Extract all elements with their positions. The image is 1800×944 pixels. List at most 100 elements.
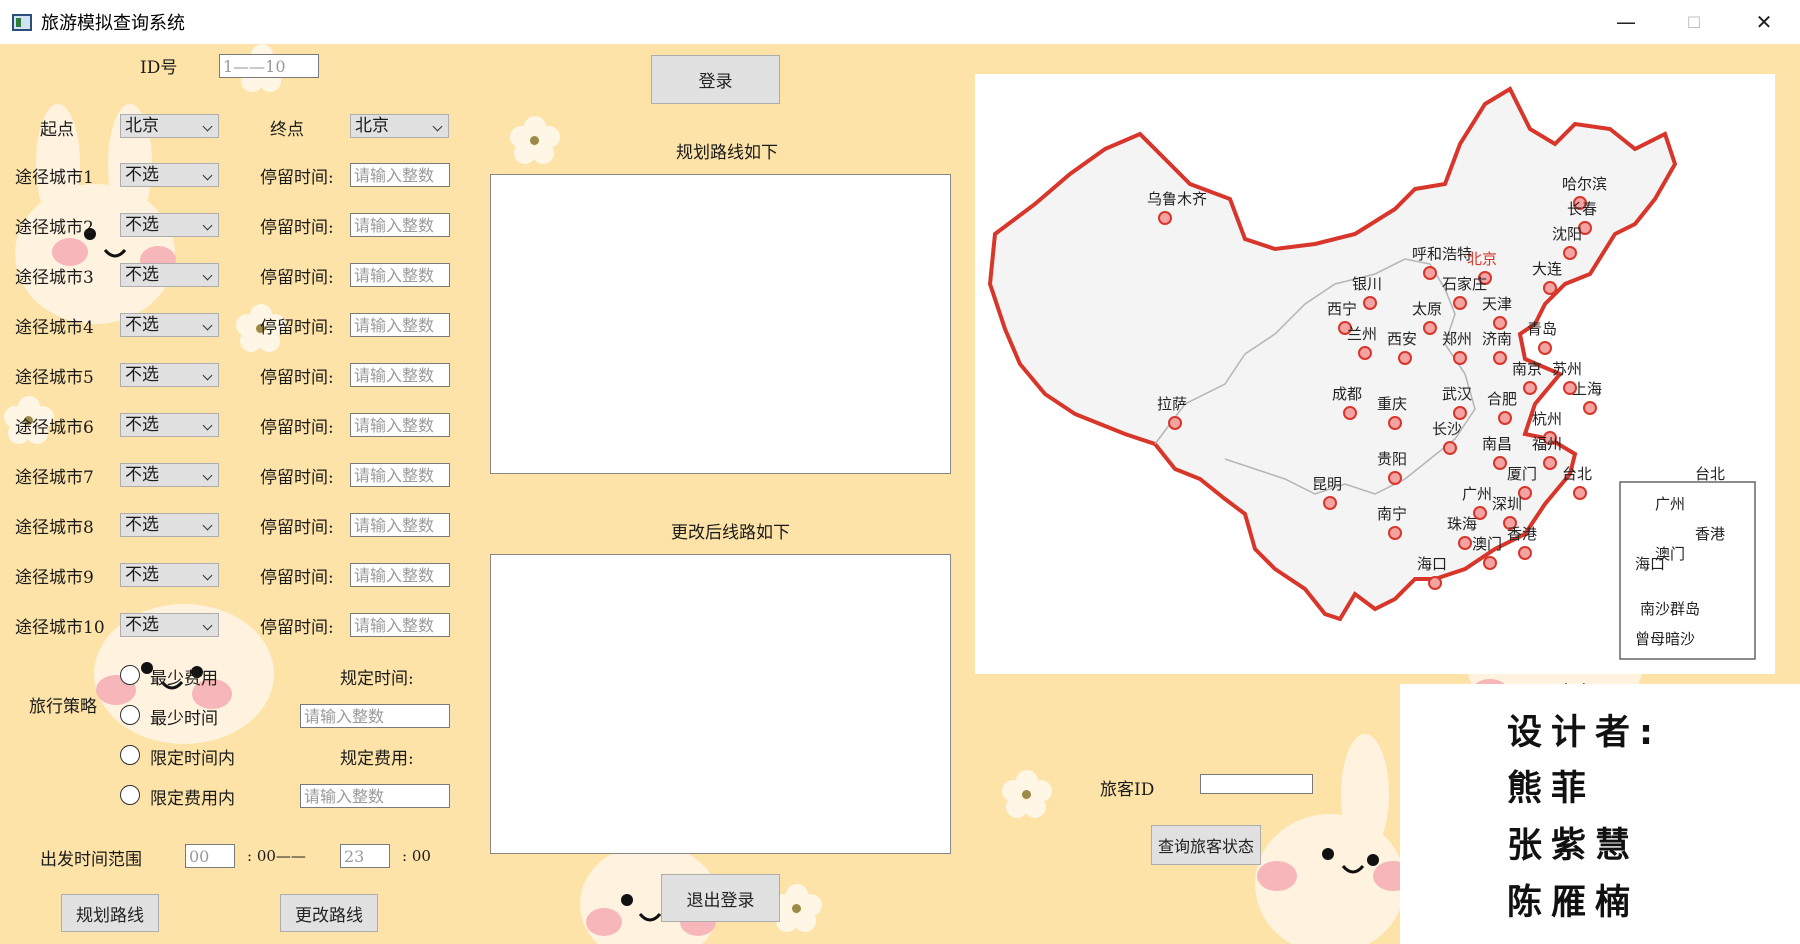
cost-limit-input[interactable] xyxy=(300,784,450,808)
china-map: 哈尔滨 长春 沈阳 乌鲁木齐 呼和浩特 北京 大连 银川 石家庄 天津 西宁 太原 兰州 西安 郑州 济南 青岛… xyxy=(975,74,1775,674)
stay-time-label: 停留时间: xyxy=(260,518,334,538)
city-marker xyxy=(1523,381,1537,395)
via-city-value: 不选 xyxy=(125,365,159,385)
stay-time-input[interactable] xyxy=(350,413,450,437)
city-marker xyxy=(1168,416,1182,430)
via-city-select[interactable]: 不选 xyxy=(120,613,219,637)
stay-time-label: 停留时间: xyxy=(260,368,334,388)
planned-route-output[interactable] xyxy=(490,174,951,474)
stay-time-input[interactable] xyxy=(350,163,450,187)
city-label: 石家庄 xyxy=(1442,275,1487,293)
inset-city-label: 南沙群岛 xyxy=(1640,600,1700,618)
via-city-select[interactable]: 不选 xyxy=(120,363,219,387)
changed-route-output[interactable] xyxy=(490,554,951,854)
city-marker xyxy=(1543,281,1557,295)
via-city-select[interactable]: 不选 xyxy=(120,313,219,337)
departure-from-suffix: : 00—— xyxy=(247,847,306,865)
radio-button[interactable] xyxy=(120,745,140,765)
stay-time-label: 停留时间: xyxy=(260,568,334,588)
via-city-select[interactable]: 不选 xyxy=(120,213,219,237)
stay-time-input[interactable] xyxy=(350,313,450,337)
city-marker xyxy=(1363,296,1377,310)
city-marker xyxy=(1423,321,1437,335)
departure-to-input[interactable] xyxy=(340,844,390,868)
via-city-label: 途径城市8 xyxy=(15,518,94,538)
via-city-label: 途径城市5 xyxy=(15,368,94,388)
city-marker xyxy=(1428,576,1442,590)
via-city-select[interactable]: 不选 xyxy=(120,563,219,587)
via-city-value: 不选 xyxy=(125,215,159,235)
designers-title: 设计者: xyxy=(1507,713,1662,753)
via-city-label: 途径城市6 xyxy=(15,418,94,438)
city-label: 澳门 xyxy=(1472,535,1502,553)
stay-time-input[interactable] xyxy=(350,513,450,537)
stay-time-input[interactable] xyxy=(350,563,450,587)
stay-time-label: 停留时间: xyxy=(260,218,334,238)
inset-city-label: 广州 xyxy=(1655,495,1685,513)
minimize-button[interactable]: — xyxy=(1590,0,1662,44)
passenger-id-label: 旅客ID xyxy=(1100,780,1155,800)
plan-route-button[interactable]: 规划路线 xyxy=(61,894,159,932)
city-marker xyxy=(1583,401,1597,415)
maximize-button[interactable]: ☐ xyxy=(1658,0,1730,44)
planned-route-title: 规划路线如下 xyxy=(676,143,778,163)
city-label: 银川 xyxy=(1352,275,1382,293)
end-city-select[interactable]: 北京 xyxy=(350,114,449,138)
via-city-select[interactable]: 不选 xyxy=(120,413,219,437)
start-label: 起点 xyxy=(40,120,74,140)
login-button[interactable]: 登录 xyxy=(651,55,780,104)
stay-time-input[interactable] xyxy=(350,263,450,287)
departure-from-input[interactable] xyxy=(185,844,235,868)
strategy-option-label: 限定时间内 xyxy=(150,749,235,769)
city-label: 沈阳 xyxy=(1552,225,1582,243)
departure-label: 出发时间范围 xyxy=(40,850,142,870)
strategy-option-label: 限定费用内 xyxy=(150,789,235,809)
flower-decoration xyxy=(510,116,560,166)
inset-city-label: 香港 xyxy=(1695,525,1725,543)
via-city-select[interactable]: 不选 xyxy=(120,263,219,287)
via-city-label: 途径城市3 xyxy=(15,268,94,288)
via-city-select[interactable]: 不选 xyxy=(120,513,219,537)
city-label: 昆明 xyxy=(1312,475,1342,493)
cost-limit-label: 规定费用: xyxy=(340,749,414,769)
city-label: 南宁 xyxy=(1377,505,1407,523)
app-icon xyxy=(12,13,32,31)
city-label: 武汉 xyxy=(1442,385,1472,403)
via-city-select[interactable]: 不选 xyxy=(120,163,219,187)
logout-button[interactable]: 退出登录 xyxy=(661,874,780,922)
city-marker xyxy=(1493,316,1507,330)
start-city-select[interactable]: 北京 xyxy=(120,114,219,138)
city-marker xyxy=(1323,496,1337,510)
city-label: 福州 xyxy=(1532,435,1562,453)
city-label: 呼和浩特 xyxy=(1412,245,1472,263)
city-marker xyxy=(1453,406,1467,420)
city-label: 台北 xyxy=(1562,465,1592,483)
close-button[interactable]: ✕ xyxy=(1728,0,1800,44)
chevron-down-icon xyxy=(202,220,213,231)
via-city-select[interactable]: 不选 xyxy=(120,463,219,487)
city-marker xyxy=(1563,246,1577,260)
query-passenger-status-button[interactable]: 查询旅客状态 xyxy=(1151,825,1261,865)
via-city-label: 途径城市2 xyxy=(15,218,94,238)
stay-time-input[interactable] xyxy=(350,213,450,237)
radio-button[interactable] xyxy=(120,785,140,805)
id-input[interactable] xyxy=(219,54,319,78)
city-label: 郑州 xyxy=(1442,330,1472,348)
stay-time-input[interactable] xyxy=(350,463,450,487)
city-label: 长沙 xyxy=(1432,420,1462,438)
chevron-down-icon xyxy=(202,370,213,381)
city-label: 南昌 xyxy=(1482,435,1512,453)
radio-button[interactable] xyxy=(120,665,140,685)
chevron-down-icon xyxy=(202,270,213,281)
change-route-button[interactable]: 更改路线 xyxy=(280,894,378,932)
city-label: 青岛 xyxy=(1527,320,1557,338)
city-label: 香港 xyxy=(1507,525,1537,543)
stay-time-input[interactable] xyxy=(350,613,450,637)
chevron-down-icon xyxy=(202,520,213,531)
passenger-id-input[interactable] xyxy=(1200,774,1313,794)
stay-time-label: 停留时间: xyxy=(260,318,334,338)
chevron-down-icon xyxy=(202,470,213,481)
stay-time-input[interactable] xyxy=(350,363,450,387)
radio-button[interactable] xyxy=(120,705,140,725)
time-limit-input[interactable] xyxy=(300,704,450,728)
